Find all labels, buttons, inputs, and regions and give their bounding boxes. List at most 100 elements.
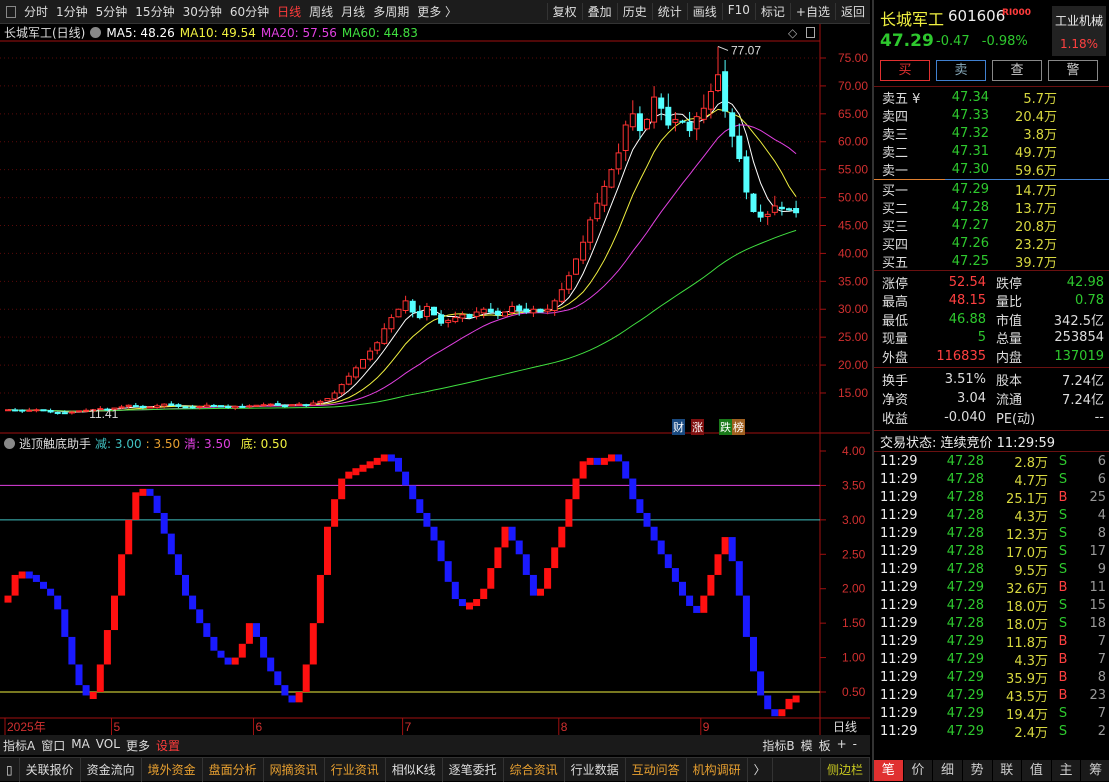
- detail-tab[interactable]: 值: [1022, 760, 1052, 781]
- sidebar-toggle[interactable]: 侧边栏: [819, 757, 870, 782]
- indicator-bar-item[interactable]: -: [850, 737, 860, 754]
- bottom-tab[interactable]: 综合资讯: [504, 757, 565, 782]
- buy-button[interactable]: 买: [880, 60, 930, 81]
- bid-row[interactable]: 买三 47.27 20.8万: [874, 216, 1109, 235]
- stat-label: 总量: [996, 332, 1023, 348]
- bottom-tab[interactable]: 机构调研: [687, 757, 748, 782]
- candle-up: [381, 328, 388, 344]
- candle-up: [459, 314, 466, 319]
- ask-row[interactable]: 卖五 ¥ 47.34 5.7万: [874, 88, 1109, 107]
- bid-row[interactable]: 买二 47.28 13.7万: [874, 198, 1109, 217]
- indicator-step-up: [96, 664, 104, 693]
- ask-row[interactable]: 卖三 47.32 3.8万: [874, 124, 1109, 143]
- trade-time: 11:29: [880, 615, 918, 631]
- sell-button[interactable]: 卖: [936, 60, 986, 81]
- trade-row: 11:29 47.29 32.6万 B 11: [874, 578, 1109, 597]
- candle-up: [480, 308, 487, 314]
- rank-badge[interactable]: 榜: [732, 419, 745, 435]
- bottom-tab[interactable]: 关联报价: [20, 757, 81, 782]
- bottom-tab[interactable]: 境外资金: [142, 757, 203, 782]
- indicator-bar-item[interactable]: 板: [816, 737, 834, 754]
- bid-row[interactable]: 买一 47.29 14.7万: [874, 180, 1109, 199]
- trade-direction: B: [1058, 651, 1068, 667]
- y-tick-label: 20.00: [838, 358, 868, 372]
- indicator-bar-item[interactable]: 窗口: [38, 737, 68, 754]
- bottom-tab[interactable]: 〉: [748, 757, 773, 782]
- indicator-bar-item[interactable]: 指标A: [0, 737, 38, 754]
- bottom-tab[interactable]: 相似K线: [386, 757, 443, 782]
- indicator-bar-item[interactable]: VOL: [93, 737, 123, 754]
- ask-row[interactable]: 卖二 47.31 49.7万: [874, 143, 1109, 161]
- indicator-bar-item[interactable]: 设置: [153, 737, 183, 754]
- alert-button[interactable]: 警: [1048, 60, 1098, 81]
- period-label: 日线: [833, 720, 857, 734]
- detail-tab[interactable]: 联: [993, 760, 1023, 781]
- stat-label: 量比: [996, 295, 1023, 311]
- rise-badge[interactable]: 涨: [691, 419, 704, 435]
- fall-badge[interactable]: 跌: [719, 419, 732, 435]
- bid-row[interactable]: 买四 47.26 23.2万: [874, 235, 1109, 253]
- bottom-tab[interactable]: 行业数据: [565, 757, 626, 782]
- bid-row[interactable]: 买五 47.25 39.7万: [874, 253, 1109, 271]
- trade-row: 11:29 47.28 18.0万 S 15: [874, 596, 1109, 615]
- bottom-tab[interactable]: 盘面分析: [203, 757, 264, 782]
- candle-down: [778, 206, 785, 210]
- trade-count: 4: [1097, 507, 1106, 523]
- indicator-menu-icon[interactable]: [4, 438, 15, 449]
- candle-up: [509, 305, 516, 313]
- indicator-bar-item[interactable]: 更多: [123, 737, 153, 754]
- detail-tab[interactable]: 势: [963, 760, 993, 781]
- industry-box[interactable]: 工业机械 1.18%: [1052, 6, 1106, 56]
- trade-row: 11:29 47.29 35.9万 B 8: [874, 668, 1109, 687]
- indicator-step-up: [600, 457, 608, 465]
- trade-time: 11:29: [880, 597, 918, 613]
- indicator-step-up: [721, 537, 729, 555]
- detail-tab[interactable]: 价: [904, 760, 934, 781]
- indicator-step-up: [473, 599, 481, 607]
- indicator-bar-item[interactable]: 指标B: [759, 737, 797, 754]
- indicator-bar-item[interactable]: 模: [798, 737, 816, 754]
- indicator-step-up: [103, 630, 111, 665]
- detail-tab[interactable]: 主: [1052, 760, 1082, 781]
- level-volume: 39.7万: [1015, 256, 1057, 272]
- indicator-step-down: [615, 454, 623, 462]
- calculator-icon[interactable]: ▯: [0, 757, 20, 782]
- candle-up: [615, 152, 622, 170]
- bottom-tab[interactable]: 互动问答: [626, 757, 687, 782]
- indicator-step-up: [18, 571, 26, 579]
- bottom-tab[interactable]: 网摘资讯: [264, 757, 325, 782]
- detail-tab[interactable]: 笔: [874, 760, 904, 781]
- bottom-tab[interactable]: 行业资讯: [325, 757, 386, 782]
- bottom-tab[interactable]: 资金流向: [81, 757, 142, 782]
- candle-down: [750, 193, 757, 213]
- finance-badge[interactable]: 财: [672, 419, 685, 435]
- bottom-tab[interactable]: 逐笔委托: [443, 757, 504, 782]
- candle-down: [658, 97, 665, 109]
- indicator-name: 逃顶触底助手: [19, 437, 92, 451]
- stat-value: 7.24亿: [1062, 392, 1104, 408]
- indicator-step-down: [622, 461, 630, 479]
- indicator-step-down: [437, 540, 445, 562]
- y-tick-label: 25.00: [838, 330, 868, 344]
- trade-price: 47.29: [946, 579, 984, 595]
- indicator-step-down: [764, 695, 772, 710]
- ask-row[interactable]: 卖四 47.33 20.4万: [874, 106, 1109, 125]
- trade-count: 18: [1089, 615, 1106, 631]
- candle-up: [367, 350, 374, 360]
- level-volume: 59.6万: [1015, 164, 1057, 180]
- candle-up: [395, 308, 402, 318]
- query-button[interactable]: 查: [992, 60, 1042, 81]
- candle-down: [523, 308, 530, 313]
- trade-row: 11:29 47.28 2.8万 S 6: [874, 452, 1109, 471]
- ask-row[interactable]: 卖一 47.30 59.6万: [874, 161, 1109, 179]
- kline-chart[interactable]: 75.00 70.00 65.00 60.00 55.00 50.00 45.00 40.00…: [0, 0, 870, 757]
- detail-tab[interactable]: 筹: [1081, 760, 1109, 781]
- candle-down: [12, 409, 19, 412]
- indicator-bar-item[interactable]: +: [834, 737, 850, 754]
- candle-down: [722, 71, 729, 112]
- date-label: 9: [703, 720, 710, 734]
- indicator-bar-item[interactable]: MA: [68, 737, 93, 754]
- indicator-step-down: [153, 495, 161, 513]
- detail-tab[interactable]: 细: [933, 760, 963, 781]
- indicator-step-down: [430, 526, 438, 541]
